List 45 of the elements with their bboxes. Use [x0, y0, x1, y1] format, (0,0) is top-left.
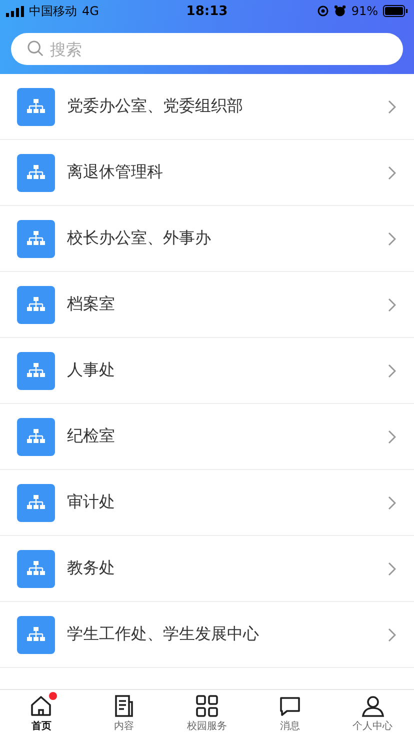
department-item[interactable]: 纪检室: [0, 404, 414, 470]
carrier-name: 中国移动: [29, 2, 77, 20]
department-item[interactable]: 档案室: [0, 272, 414, 338]
department-item[interactable]: 学生工作处、学生发展中心: [0, 602, 414, 668]
status-time: 18:13: [186, 4, 228, 18]
home-icon: [29, 694, 54, 718]
org-chart-icon: [17, 352, 55, 390]
battery-percent: 91%: [351, 4, 378, 18]
tab-item[interactable]: 个人中心: [331, 690, 414, 736]
tab-item[interactable]: 内容: [82, 690, 166, 736]
chevron-right-icon: [388, 496, 396, 510]
chevron-right-icon: [388, 430, 396, 444]
signal-icon: [6, 6, 24, 16]
org-chart-icon: [17, 484, 55, 522]
search-icon: [27, 40, 44, 57]
org-chart-icon: [17, 550, 55, 588]
department-item[interactable]: 校长办公室、外事办: [0, 206, 414, 272]
chevron-right-icon: [388, 628, 396, 642]
chevron-right-icon: [388, 232, 396, 246]
grid-icon: [194, 694, 219, 718]
alarm-icon: [334, 5, 346, 17]
chevron-right-icon: [388, 298, 396, 312]
person-icon: [360, 694, 385, 718]
org-chart-icon: [17, 616, 55, 654]
org-chart-icon: [17, 220, 55, 258]
tab-item[interactable]: 校园服务: [166, 690, 248, 736]
org-chart-icon: [17, 154, 55, 192]
chevron-right-icon: [388, 364, 396, 378]
department-item[interactable]: 审计处: [0, 470, 414, 536]
department-item[interactable]: 教务处: [0, 536, 414, 602]
department-item[interactable]: 人事处: [0, 338, 414, 404]
search-field[interactable]: 搜索: [11, 33, 403, 65]
network-type: 4G: [82, 4, 99, 18]
department-item[interactable]: 党委办公室、党委组织部: [0, 74, 414, 140]
org-chart-icon: [17, 418, 55, 456]
chevron-right-icon: [388, 562, 396, 576]
tab-item[interactable]: 首页: [0, 690, 83, 736]
rotation-lock-icon: [317, 5, 330, 17]
chevron-right-icon: [388, 100, 396, 114]
tab-item[interactable]: 消息: [248, 690, 332, 736]
chevron-right-icon: [388, 166, 396, 180]
org-chart-icon: [17, 88, 55, 126]
org-chart-icon: [17, 286, 55, 324]
department-item[interactable]: 离退休管理科: [0, 140, 414, 206]
battery-icon: [382, 5, 408, 17]
